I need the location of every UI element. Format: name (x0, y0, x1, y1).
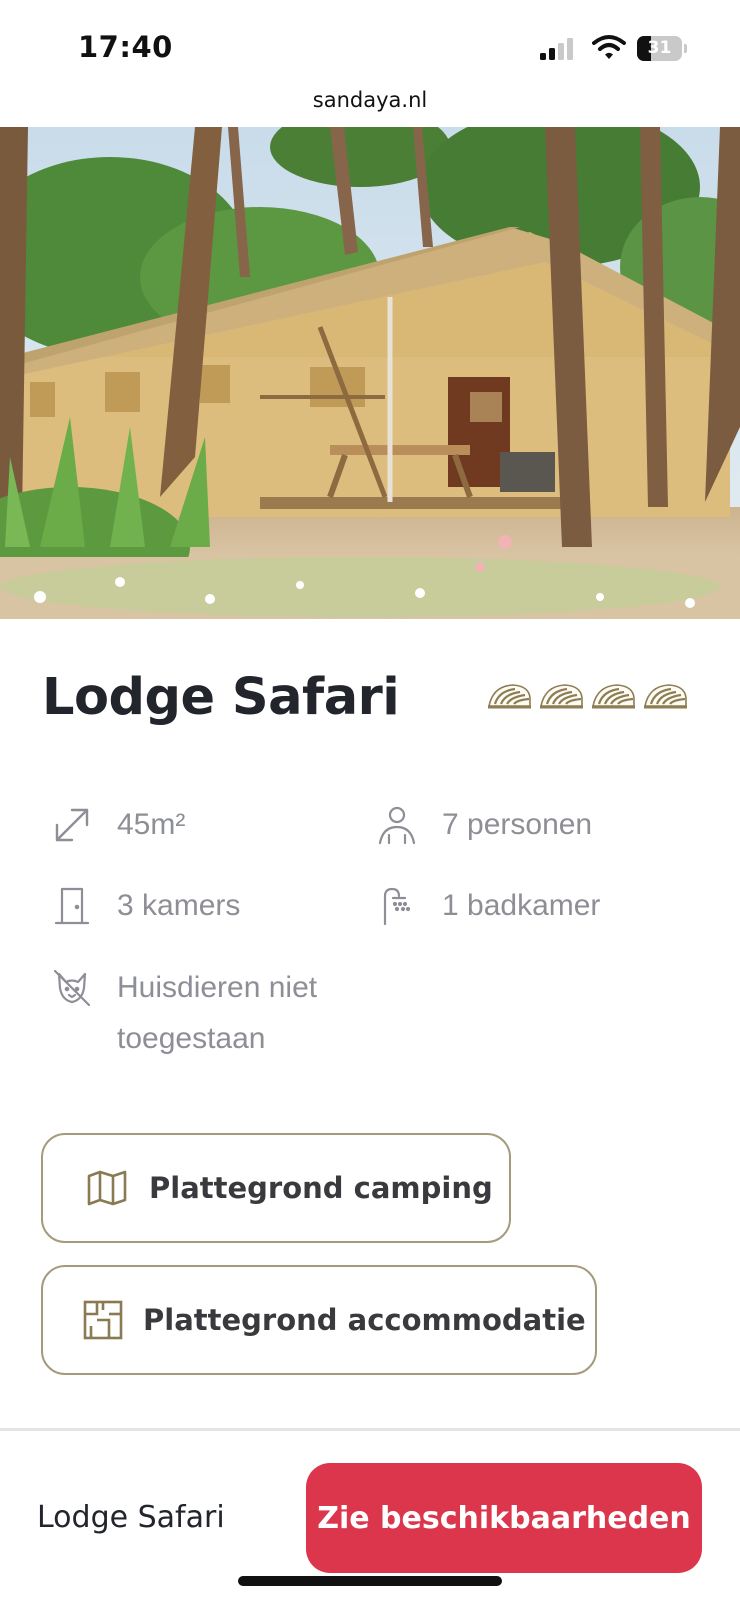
feature-size-text: 45m² (117, 808, 186, 841)
accommodation-title: Lodge Safari (42, 668, 400, 727)
feature-persons: 7 personen (376, 804, 592, 850)
door-icon (51, 885, 93, 927)
home-indicator[interactable] (238, 1576, 502, 1586)
camping-map-label: Plattegrond camping (149, 1171, 493, 1205)
shell-icon (592, 684, 635, 709)
feature-rooms: 3 kamers (51, 885, 240, 931)
status-time: 17:40 (78, 30, 173, 64)
map-icon (87, 1170, 127, 1206)
shell-icon (540, 684, 583, 709)
shower-icon (376, 885, 418, 927)
person-icon (376, 804, 418, 846)
feature-rooms-text: 3 kamers (117, 889, 241, 922)
rating (487, 682, 688, 712)
shell-icon (488, 684, 531, 709)
feature-pets-text: Huisdieren niet toegestaan (117, 971, 318, 1055)
cellular-signal-icon (540, 38, 573, 60)
availability-button[interactable]: Zie beschikbaarheden (306, 1463, 702, 1573)
feature-bathroom-text: 1 badkamer (442, 889, 601, 922)
wifi-icon (592, 35, 626, 59)
accommodation-plan-label: Plattegrond accommodatie (143, 1303, 586, 1337)
status-bar: 17:40 31 sandaya.nl (0, 0, 740, 112)
bottom-bar-title: Lodge Safari (37, 1500, 225, 1535)
feature-size: 45m² (51, 804, 185, 850)
accommodation-plan-button[interactable]: Plattegrond accommodatie (41, 1265, 597, 1375)
browser-url[interactable]: sandaya.nl (0, 88, 740, 112)
camping-map-button[interactable]: Plattegrond camping (41, 1133, 511, 1243)
battery-percent: 31 (647, 38, 672, 58)
hero-image (0, 127, 740, 619)
feature-bathroom: 1 badkamer (376, 885, 600, 931)
bottom-bar: Lodge Safari Zie beschikbaarheden (0, 1428, 740, 1600)
battery-icon: 31 (637, 36, 687, 61)
feature-pets: Huisdieren niet toegestaan (51, 967, 357, 1064)
shell-icon (644, 684, 687, 709)
feature-persons-text: 7 personen (442, 808, 593, 841)
no-pets-icon (51, 967, 93, 1009)
floorplan-icon (83, 1300, 123, 1340)
resize-arrow-icon (51, 804, 93, 846)
